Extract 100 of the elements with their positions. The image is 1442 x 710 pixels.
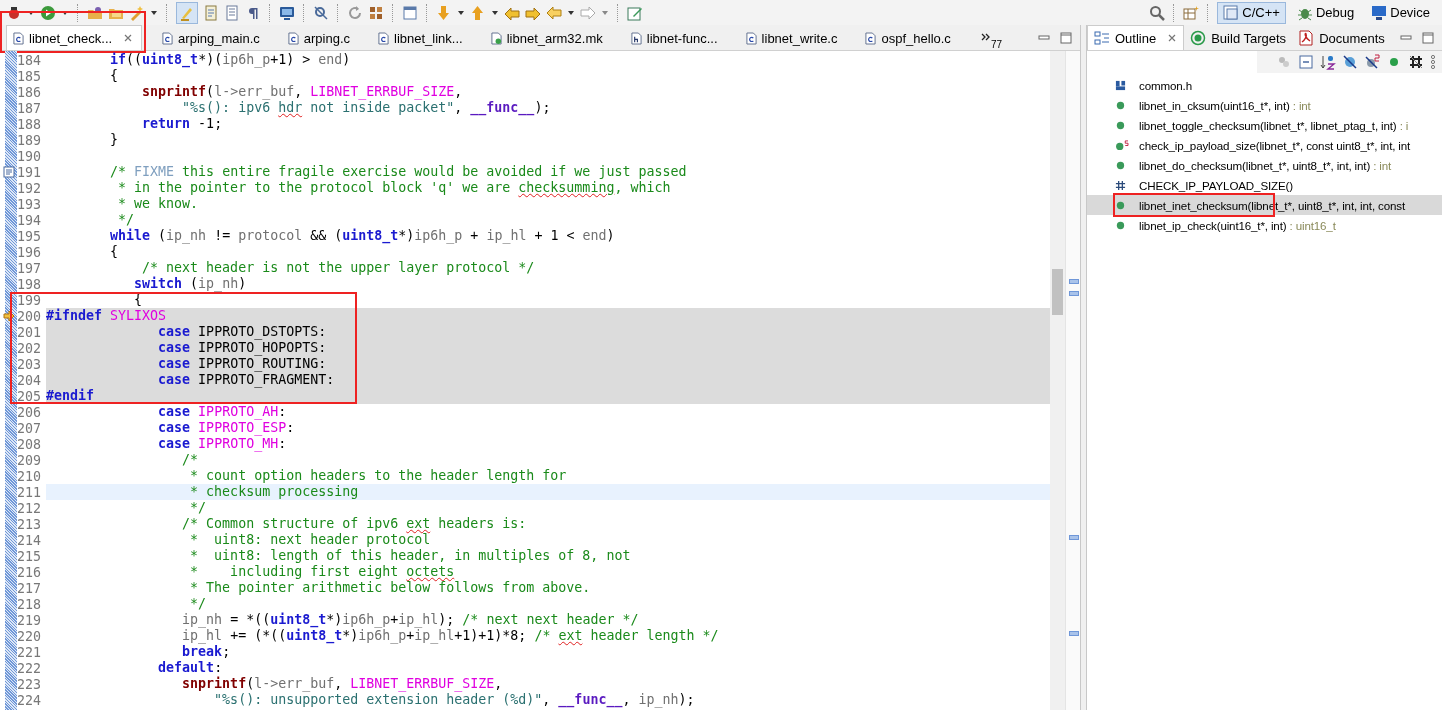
outline-item[interactable]: CHECK_IP_PAYLOAD_SIZE() [1087,175,1442,195]
editor-tab[interactable]: arping_main.c [156,26,268,50]
line-number: 186 [17,84,41,100]
editor-tab[interactable]: libnet_link... [372,26,471,50]
line-number: 223 [17,676,41,692]
search-icon[interactable] [1149,4,1166,21]
outline-item[interactable]: common.h [1087,75,1442,95]
close-icon[interactable] [1167,33,1178,43]
editor-tab[interactable]: arping.c [281,26,358,50]
code-line: * we know. [117,196,200,212]
line-number: 194 [17,212,41,228]
line-number: 209 [17,452,41,468]
run-icon[interactable] [40,4,56,21]
view-tab[interactable]: Outline [1087,25,1185,50]
c-file-icon [1223,4,1240,21]
c-file-icon [13,31,24,45]
line-number: 211 [17,484,41,500]
line-number: 191 [17,164,41,180]
caret-icon[interactable] [491,8,499,17]
static-function-icon [1115,139,1130,151]
editor-tab[interactable]: libnet-func... [624,26,726,50]
code-line: switch (ip_nh) [133,276,248,292]
refresh-icon[interactable] [347,4,363,21]
outline-item[interactable]: libnet_do_checksum(libnet_t*, uint8_t*, int, int) : int [1087,155,1442,175]
ruler-mark [1069,535,1079,540]
view-tab[interactable]: Build Targets [1184,26,1293,50]
pdf-icon [1298,30,1315,46]
edit-icon[interactable] [627,4,643,21]
hide-fields-icon[interactable] [1342,54,1358,70]
perspective-button[interactable]: C/C++ [1217,1,1286,24]
code-line: "%s(): unsupported extension header (%d)", __func__, ip_nh); [213,692,696,708]
line-number: 184 [17,52,41,68]
outline-item[interactable]: libnet_toggle_checksum(libnet_t*, libnet_ptag_t, int) : i [1087,115,1442,135]
caret-icon[interactable] [150,8,158,17]
outline-item[interactable]: libnet_ip_check(uint16_t*, int) : uint16_t [1087,215,1442,235]
perspective-button[interactable]: Debug [1290,1,1361,24]
wand-icon[interactable] [129,4,145,21]
close-icon[interactable] [123,33,134,43]
line-number: 221 [17,644,41,660]
code-line: return -1; [141,116,224,132]
up-arrow-icon[interactable] [470,4,486,21]
line-number: 203 [17,356,41,372]
c-file-icon [378,31,389,45]
grid-icon[interactable] [368,4,384,21]
code-line: "%s(): ipv6 hdr not inside packet", __func__); [181,100,552,116]
line-number: 220 [17,628,41,644]
line-number: 197 [17,260,41,276]
window-icon[interactable] [402,4,418,21]
line-number: 200 [17,308,41,324]
editor-tab[interactable]: ospf_hello.c [859,26,959,50]
line-number: 199 [17,292,41,308]
line-number: 215 [17,548,41,564]
code-line: * including first eight octets [189,564,456,580]
macro-icon [1115,179,1126,191]
code-line: /* FIXME this entire fragile exercise would be avoided if we just passed [109,164,688,180]
chevron-icon[interactable] [980,33,991,41]
outline-icon [1094,30,1110,46]
caret-icon[interactable] [457,8,465,17]
folder-icon[interactable] [87,4,103,21]
editor-tab[interactable]: libnet_check... [6,25,143,50]
right-arrow-icon[interactable] [580,4,596,21]
sort-icon[interactable] [1320,54,1336,70]
line-number: 189 [17,132,41,148]
perspective-button[interactable]: Device [1365,1,1436,24]
scrollbar[interactable] [1050,51,1065,710]
debug-icon[interactable] [6,4,22,21]
open-perspective-icon[interactable] [1183,4,1200,21]
search-icon[interactable] [313,4,329,21]
code-line: snprintf(l->err_buf, LIBNET_ERRBUF_SIZE, [181,676,504,692]
hash-icon[interactable] [1408,54,1424,70]
code-line: /* next header is not the upper layer protocol */ [141,260,536,276]
line-number: 192 [17,180,41,196]
view-menu-icon[interactable] [1430,54,1436,70]
function-icon [1115,219,1126,231]
editor-tab[interactable]: libnet_arm32.mk [484,26,611,50]
maximize-icon[interactable] [1060,32,1072,44]
maximize-icon[interactable] [1422,32,1434,44]
hidden-tab-count[interactable]: 77 [990,39,1002,50]
header-file-icon [630,31,642,45]
view-tab[interactable]: Documents [1292,26,1391,50]
outline-item[interactable]: libnet_in_cksum(uint16_t*, int) : int [1087,95,1442,115]
line-number: 190 [17,148,41,164]
line-number: 185 [17,68,41,84]
document-icon[interactable] [224,4,240,21]
code-line: * uint8: length of this header, in multiples of 8, not [189,548,632,564]
monitor-icon[interactable] [279,4,295,21]
function-icon [1115,119,1126,131]
collapse-all-icon[interactable] [1298,54,1314,70]
hide-static-icon[interactable] [1364,54,1380,70]
code-line: */ [117,212,136,228]
highlight-toggle[interactable] [176,1,198,24]
left-arrow-icon[interactable] [546,4,562,21]
editor-tab[interactable]: libnet_write.c [739,26,846,50]
line-number: 217 [17,580,41,596]
line-number: 212 [17,500,41,516]
outline-item[interactable]: check_ip_payload_size(libnet_t*, const uint8_t*, int, int [1087,135,1442,155]
line-number: 207 [17,420,41,436]
line-number: 201 [17,324,41,340]
down-arrow-icon[interactable] [436,4,452,21]
caret-icon[interactable] [567,8,575,17]
